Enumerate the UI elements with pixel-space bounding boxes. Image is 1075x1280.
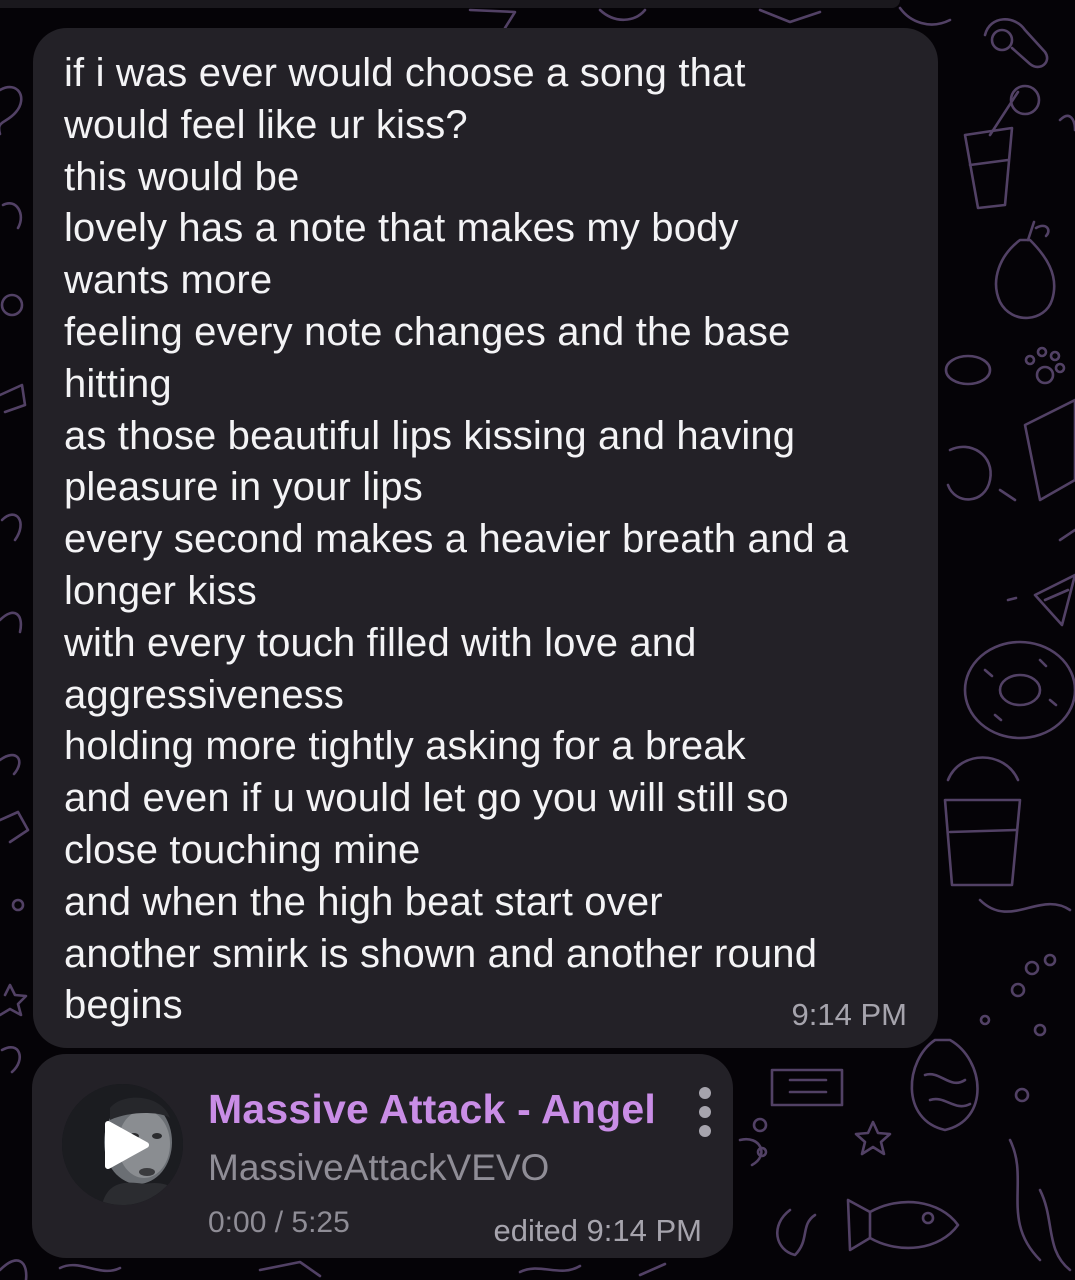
video-progress: 0:00 / 5:25: [208, 1206, 350, 1239]
previous-message-edge: [0, 0, 900, 8]
video-channel: MassiveAttackVEVO: [208, 1147, 550, 1188]
video-thumbnail[interactable]: [62, 1084, 183, 1205]
message-timestamp: 9:14 PM: [791, 997, 907, 1032]
more-vertical-icon[interactable]: [692, 1087, 718, 1137]
message-text: if i was ever would choose a song that w…: [64, 51, 849, 1028]
video-title-link[interactable]: Massive Attack - Angel: [208, 1086, 656, 1132]
play-icon: [105, 1121, 149, 1169]
youtube-link-bubble[interactable]: Massive Attack - Angel MassiveAttackVEVO…: [32, 1054, 733, 1258]
edited-timestamp: edited 9:14 PM: [493, 1213, 702, 1248]
message-bubble[interactable]: if i was ever would choose a song that w…: [33, 28, 938, 1048]
